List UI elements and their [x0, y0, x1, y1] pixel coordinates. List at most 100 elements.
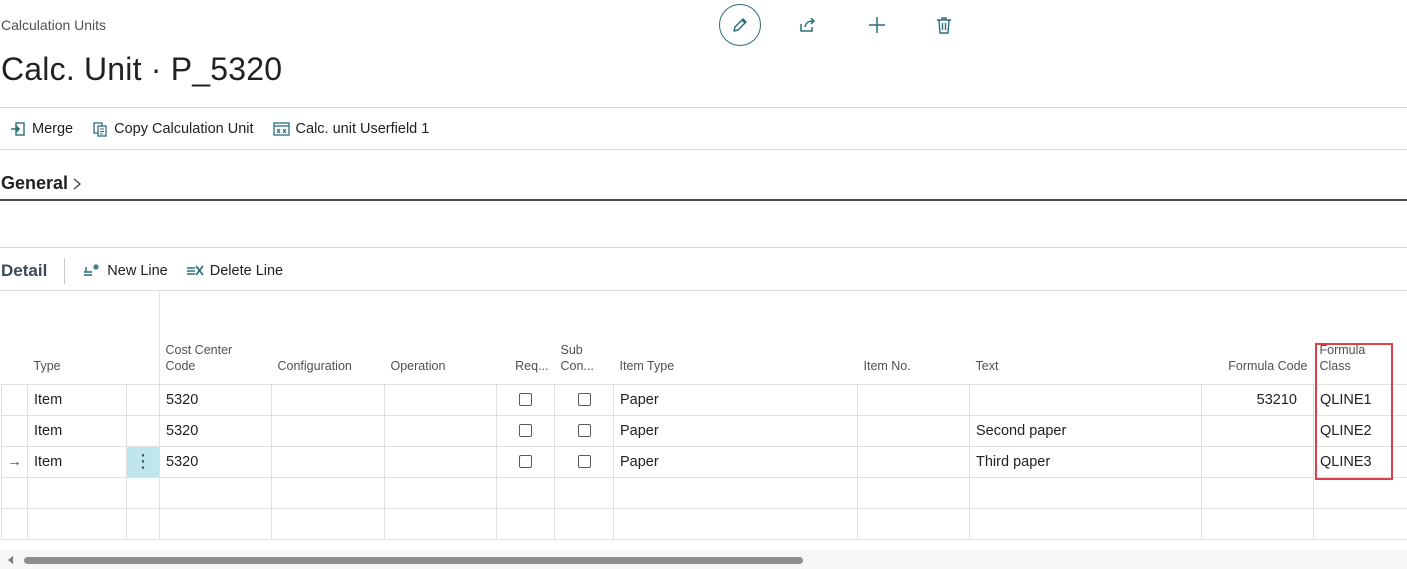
calc-unit-userfield-button[interactable]: Calc. unit Userfield 1 — [272, 121, 429, 137]
text-cell[interactable]: Second paper — [969, 414, 1202, 447]
header-cost-center-code[interactable]: Cost Center Code — [160, 290, 272, 384]
text-cell[interactable]: Third paper — [969, 445, 1202, 478]
more-options-icon: ⋮ — [134, 451, 152, 471]
header-formula-code[interactable]: Formula Code — [1202, 290, 1314, 384]
item-type-cell[interactable]: Paper — [613, 414, 858, 447]
copy-calculation-unit-label: Copy Calculation Unit — [114, 121, 254, 137]
delete-line-button[interactable]: Delete Line — [186, 263, 283, 279]
table-row[interactable]: Item 5320 Paper Second paper QLINE2 — [1, 414, 1407, 447]
formula-code-cell[interactable] — [1201, 414, 1314, 447]
header-sub-con[interactable]: Sub Con... — [555, 290, 614, 384]
empty-cell[interactable] — [613, 507, 858, 540]
empty-cell[interactable] — [159, 476, 272, 509]
header-text[interactable]: Text — [970, 290, 1202, 384]
empty-cell[interactable] — [1313, 476, 1407, 509]
operation-cell[interactable] — [384, 383, 497, 416]
configuration-cell[interactable] — [271, 445, 385, 478]
type-cell[interactable]: Item — [27, 414, 127, 447]
scroll-left-icon[interactable] — [8, 556, 13, 564]
sub-con-cell — [554, 445, 614, 478]
empty-cell[interactable] — [1201, 507, 1314, 540]
req-checkbox[interactable] — [519, 455, 532, 469]
configuration-cell[interactable] — [271, 383, 385, 416]
type-cell[interactable]: Item — [27, 445, 127, 478]
formula-code-cell[interactable]: 53210 — [1201, 383, 1314, 416]
header-item-no[interactable]: Item No. — [858, 290, 970, 384]
general-section-header[interactable]: General — [1, 173, 83, 194]
empty-cell[interactable] — [384, 507, 497, 540]
type-cell[interactable]: Item — [27, 383, 127, 416]
header-configuration[interactable]: Configuration — [272, 290, 385, 384]
empty-cell[interactable] — [27, 507, 127, 540]
empty-cell[interactable] — [1201, 476, 1314, 509]
sub-con-cell — [554, 383, 614, 416]
empty-cell[interactable] — [496, 507, 555, 540]
row-menu-cell[interactable] — [126, 383, 160, 416]
empty-cell[interactable] — [496, 476, 555, 509]
detail-grid: Type Cost Center Code Configuration Opera… — [1, 290, 1407, 540]
text-cell[interactable] — [969, 383, 1202, 416]
sub-con-checkbox[interactable] — [577, 393, 591, 407]
header-req[interactable]: Req... — [497, 290, 555, 384]
item-no-cell[interactable] — [857, 445, 970, 478]
empty-cell[interactable] — [857, 507, 970, 540]
item-no-cell[interactable] — [857, 414, 970, 447]
empty-cell[interactable] — [159, 507, 272, 540]
empty-cell[interactable] — [1313, 507, 1407, 540]
configuration-cell[interactable] — [271, 414, 385, 447]
empty-cell[interactable] — [857, 476, 970, 509]
empty-cell[interactable] — [613, 476, 858, 509]
item-no-cell[interactable] — [857, 383, 970, 416]
table-row-empty[interactable] — [1, 476, 1407, 509]
empty-cell[interactable] — [271, 507, 385, 540]
cost-center-cell[interactable]: 5320 — [159, 445, 272, 478]
sub-con-checkbox[interactable] — [577, 455, 591, 469]
empty-cell[interactable] — [384, 476, 497, 509]
header-sub-line1: Sub — [560, 342, 583, 357]
header-sub-line2: Con... — [560, 358, 594, 373]
merge-button[interactable]: Merge — [10, 121, 73, 137]
empty-cell[interactable] — [271, 476, 385, 509]
empty-cell[interactable] — [969, 507, 1202, 540]
copy-calculation-unit-button[interactable]: Copy Calculation Unit — [92, 121, 254, 137]
row-menu-header — [127, 290, 160, 384]
header-operation[interactable]: Operation — [385, 290, 497, 384]
edit-button[interactable] — [719, 4, 761, 46]
share-icon — [800, 17, 816, 32]
new-line-button[interactable]: New Line — [83, 263, 168, 279]
row-marker-header — [2, 290, 28, 384]
add-button[interactable] — [865, 13, 889, 37]
page-title: Calc. Unit · P_5320 — [1, 51, 283, 87]
sub-con-checkbox[interactable] — [577, 424, 591, 438]
empty-cell — [126, 507, 160, 540]
table-row-current[interactable]: → Item ⋮ 5320 Paper Third paper QLINE3 — [1, 445, 1407, 478]
share-button[interactable] — [796, 13, 820, 37]
row-marker-cell — [1, 414, 28, 447]
delete-button[interactable] — [932, 13, 956, 37]
delete-icon — [937, 17, 951, 34]
cost-center-cell[interactable]: 5320 — [159, 414, 272, 447]
table-row[interactable]: Item 5320 Paper 53210 QLINE1 — [1, 383, 1407, 416]
req-checkbox[interactable] — [519, 424, 532, 438]
table-row-empty[interactable] — [1, 507, 1407, 540]
req-checkbox[interactable] — [519, 393, 532, 407]
empty-cell[interactable] — [27, 476, 127, 509]
action-bar: Merge Copy Calculation Unit Calc. unit U… — [10, 117, 448, 141]
empty-cell[interactable] — [554, 507, 614, 540]
header-item-type[interactable]: Item Type — [614, 290, 858, 384]
empty-cell[interactable] — [554, 476, 614, 509]
item-type-cell[interactable]: Paper — [613, 445, 858, 478]
operation-cell[interactable] — [384, 414, 497, 447]
empty-cell[interactable] — [969, 476, 1202, 509]
header-type[interactable]: Type — [28, 290, 127, 384]
operation-cell[interactable] — [384, 445, 497, 478]
horizontal-scrollbar[interactable] — [0, 550, 1407, 569]
formula-code-cell[interactable] — [1201, 445, 1314, 478]
cost-center-cell[interactable]: 5320 — [159, 383, 272, 416]
add-icon — [869, 17, 885, 33]
item-type-cell[interactable]: Paper — [613, 383, 858, 416]
scrollbar-thumb[interactable] — [24, 557, 803, 564]
row-menu-button[interactable]: ⋮ — [126, 445, 160, 478]
row-menu-cell[interactable] — [126, 414, 160, 447]
toolbar-separator — [64, 258, 66, 284]
